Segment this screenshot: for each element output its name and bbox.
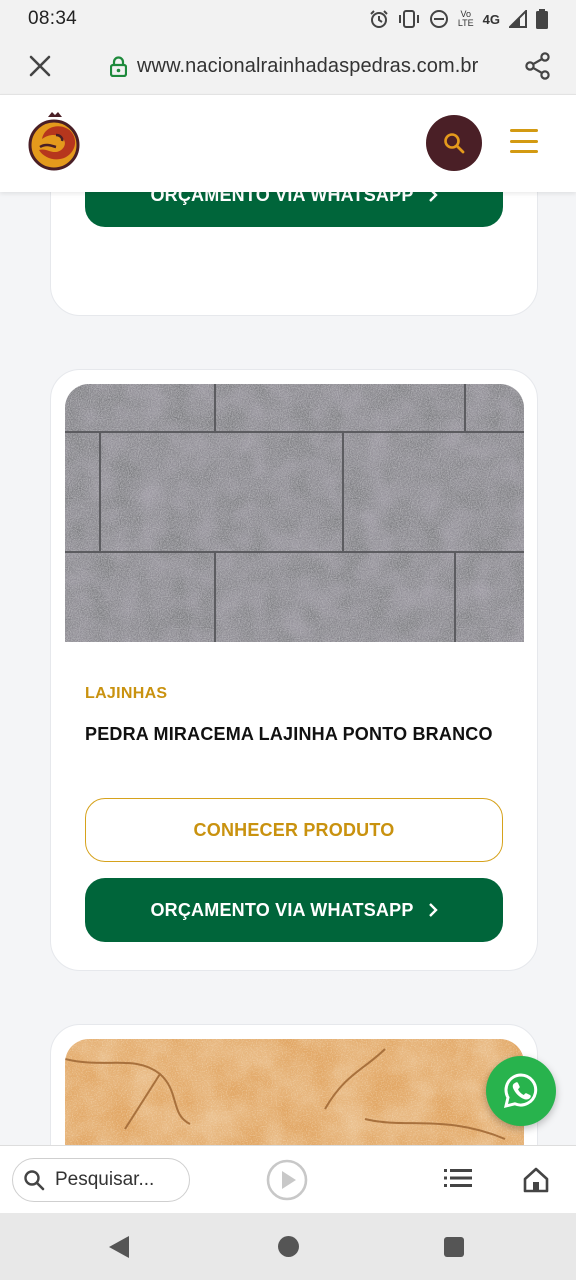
- product-card: ORÇAMENTO VIA WHATSAPP: [50, 192, 538, 316]
- home-button[interactable]: [522, 1166, 550, 1199]
- status-time: 08:34: [28, 8, 78, 29]
- network-type: 4G: [482, 11, 500, 27]
- search-icon: [444, 133, 465, 154]
- browser-bar: www.nacionalrainhadaspedras.com.br: [0, 38, 576, 94]
- product-image[interactable]: [65, 1039, 524, 1145]
- bottom-search-field[interactable]: Pesquisar...: [12, 1158, 190, 1202]
- url-text: www.nacionalrainhadaspedras.com.br: [137, 54, 479, 77]
- share-button[interactable]: [500, 38, 576, 94]
- close-icon: [29, 55, 51, 77]
- dnd-icon: [429, 10, 448, 28]
- vibrate-icon: [398, 10, 419, 28]
- product-card: LAJINHAS PEDRA MIRACEMA LAJINHA PONTO BR…: [50, 369, 538, 971]
- address-bar[interactable]: www.nacionalrainhadaspedras.com.br: [80, 55, 500, 78]
- list-button[interactable]: [444, 1168, 472, 1193]
- menu-icon[interactable]: [510, 129, 538, 153]
- volte-indicator: Vo LTE: [458, 10, 474, 28]
- whatsapp-floating-button[interactable]: [486, 1056, 556, 1126]
- play-button[interactable]: [266, 1159, 308, 1201]
- chevron-right-icon: [428, 192, 438, 202]
- search-icon: [24, 1170, 45, 1191]
- chevron-right-icon: [428, 903, 438, 917]
- signal-icon: [509, 10, 527, 28]
- know-product-label: CONHECER PRODUTO: [193, 819, 395, 840]
- product-title[interactable]: PEDRA MIRACEMA LAJINHA PONTO BRANCO: [85, 724, 493, 745]
- product-card: [50, 1024, 538, 1145]
- product-list[interactable]: ORÇAMENTO VIA WHATSAPP LAJINHAS PEDRA MI…: [0, 192, 576, 1145]
- whatsapp-quote-label: ORÇAMENTO VIA WHATSAPP: [150, 192, 414, 205]
- nav-back-button[interactable]: [108, 1235, 130, 1264]
- site-header: [0, 94, 576, 192]
- battery-icon: [536, 9, 548, 29]
- play-icon: [266, 1159, 308, 1201]
- status-icons: Vo LTE 4G: [369, 9, 548, 29]
- bottom-toolbar: Pesquisar...: [0, 1145, 576, 1213]
- list-icon: [444, 1169, 472, 1187]
- product-image[interactable]: [65, 384, 524, 642]
- nav-home-button[interactable]: [278, 1236, 299, 1257]
- whatsapp-quote-button[interactable]: ORÇAMENTO VIA WHATSAPP: [85, 878, 503, 942]
- product-category: LAJINHAS: [85, 685, 168, 702]
- whatsapp-quote-button[interactable]: ORÇAMENTO VIA WHATSAPP: [85, 192, 503, 227]
- system-nav-bar: [0, 1213, 576, 1280]
- volte-bottom: LTE: [457, 18, 474, 28]
- logo[interactable]: [26, 107, 82, 178]
- status-bar: 08:34 Vo LTE 4G: [0, 0, 576, 38]
- nav-recents-button[interactable]: [444, 1237, 464, 1257]
- share-icon: [525, 52, 550, 80]
- search-placeholder: Pesquisar...: [55, 1169, 155, 1190]
- whatsapp-icon: [503, 1073, 538, 1109]
- back-icon: [109, 1236, 129, 1258]
- close-button[interactable]: [0, 38, 80, 94]
- home-icon: [523, 1167, 549, 1193]
- whatsapp-quote-label: ORÇAMENTO VIA WHATSAPP: [150, 899, 414, 920]
- header-search-button[interactable]: [426, 115, 482, 171]
- alarm-icon: [370, 10, 388, 28]
- know-product-button[interactable]: CONHECER PRODUTO: [85, 798, 503, 862]
- lock-icon: [110, 55, 127, 77]
